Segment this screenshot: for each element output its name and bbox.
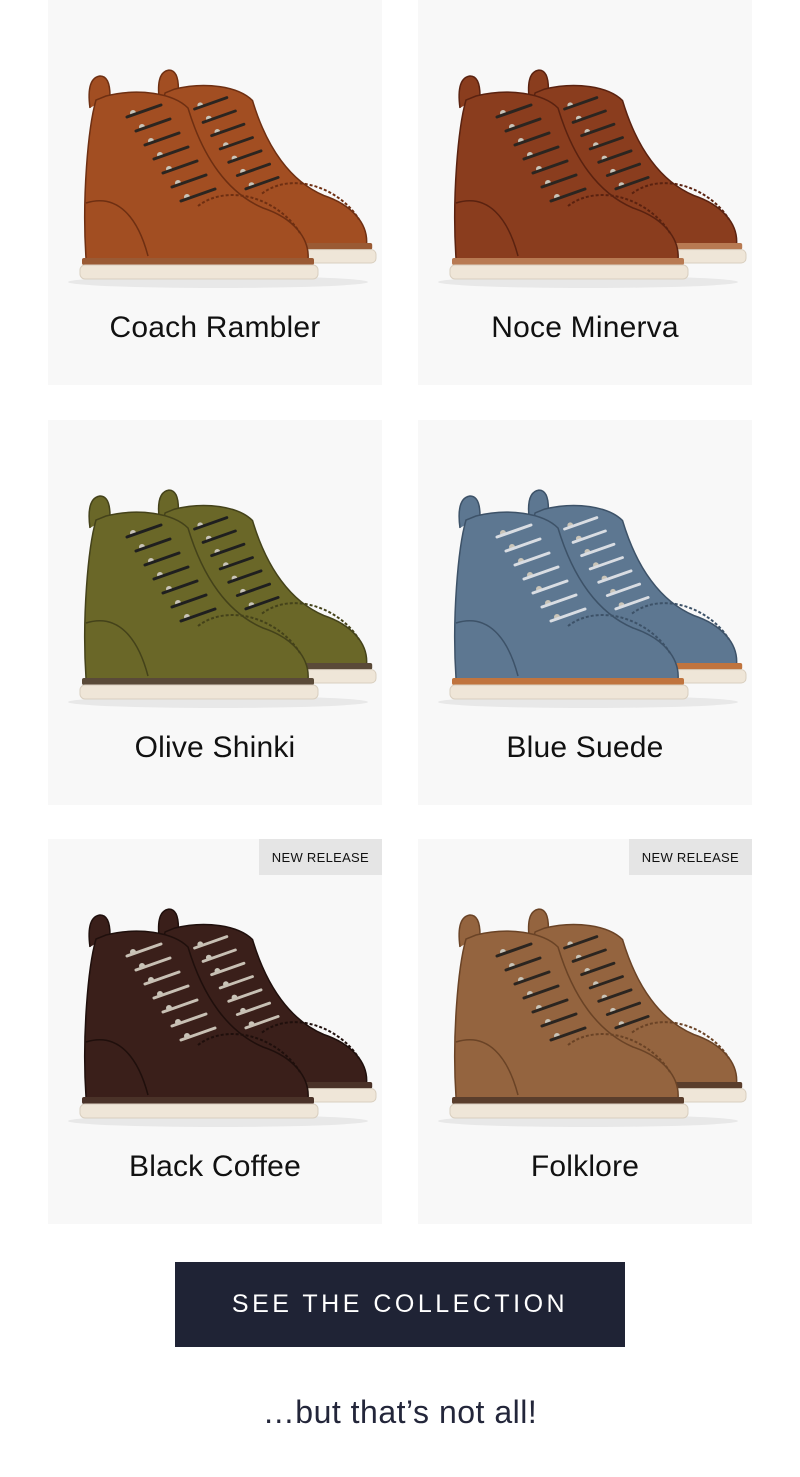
boot-pair-icon	[68, 908, 377, 1127]
product-card[interactable]: Noce Minerva	[418, 0, 752, 385]
product-image[interactable]	[418, 0, 752, 300]
see-collection-button[interactable]: SEE THE COLLECTION	[175, 1262, 625, 1347]
product-image[interactable]	[48, 420, 382, 720]
product-name[interactable]: Noce Minerva	[418, 311, 752, 345]
product-image[interactable]	[418, 420, 752, 720]
boot-pair-icon	[438, 489, 747, 708]
product-name[interactable]: Blue Suede	[418, 731, 752, 765]
product-image[interactable]	[418, 839, 752, 1139]
product-name[interactable]: Coach Rambler	[48, 311, 382, 345]
product-card[interactable]: NEW RELEASE Black Coffee	[48, 839, 382, 1224]
boot-pair-icon	[68, 69, 377, 288]
product-name[interactable]: Olive Shinki	[48, 731, 382, 765]
product-image[interactable]	[48, 839, 382, 1139]
boot-pair-icon	[68, 489, 377, 708]
product-card[interactable]: Olive Shinki	[48, 420, 382, 805]
product-card[interactable]: Coach Rambler	[48, 0, 382, 385]
product-name[interactable]: Black Coffee	[48, 1150, 382, 1184]
product-card[interactable]: NEW RELEASE Folklore	[418, 839, 752, 1224]
new-release-badge: NEW RELEASE	[628, 839, 752, 875]
product-name[interactable]: Folklore	[418, 1150, 752, 1184]
product-card[interactable]: Blue Suede	[418, 420, 752, 805]
product-image[interactable]	[48, 0, 382, 300]
new-release-badge: NEW RELEASE	[258, 839, 382, 875]
boot-pair-icon	[438, 908, 747, 1127]
tagline-text: …but that’s not all!	[262, 1394, 538, 1430]
boot-pair-icon	[438, 69, 747, 288]
